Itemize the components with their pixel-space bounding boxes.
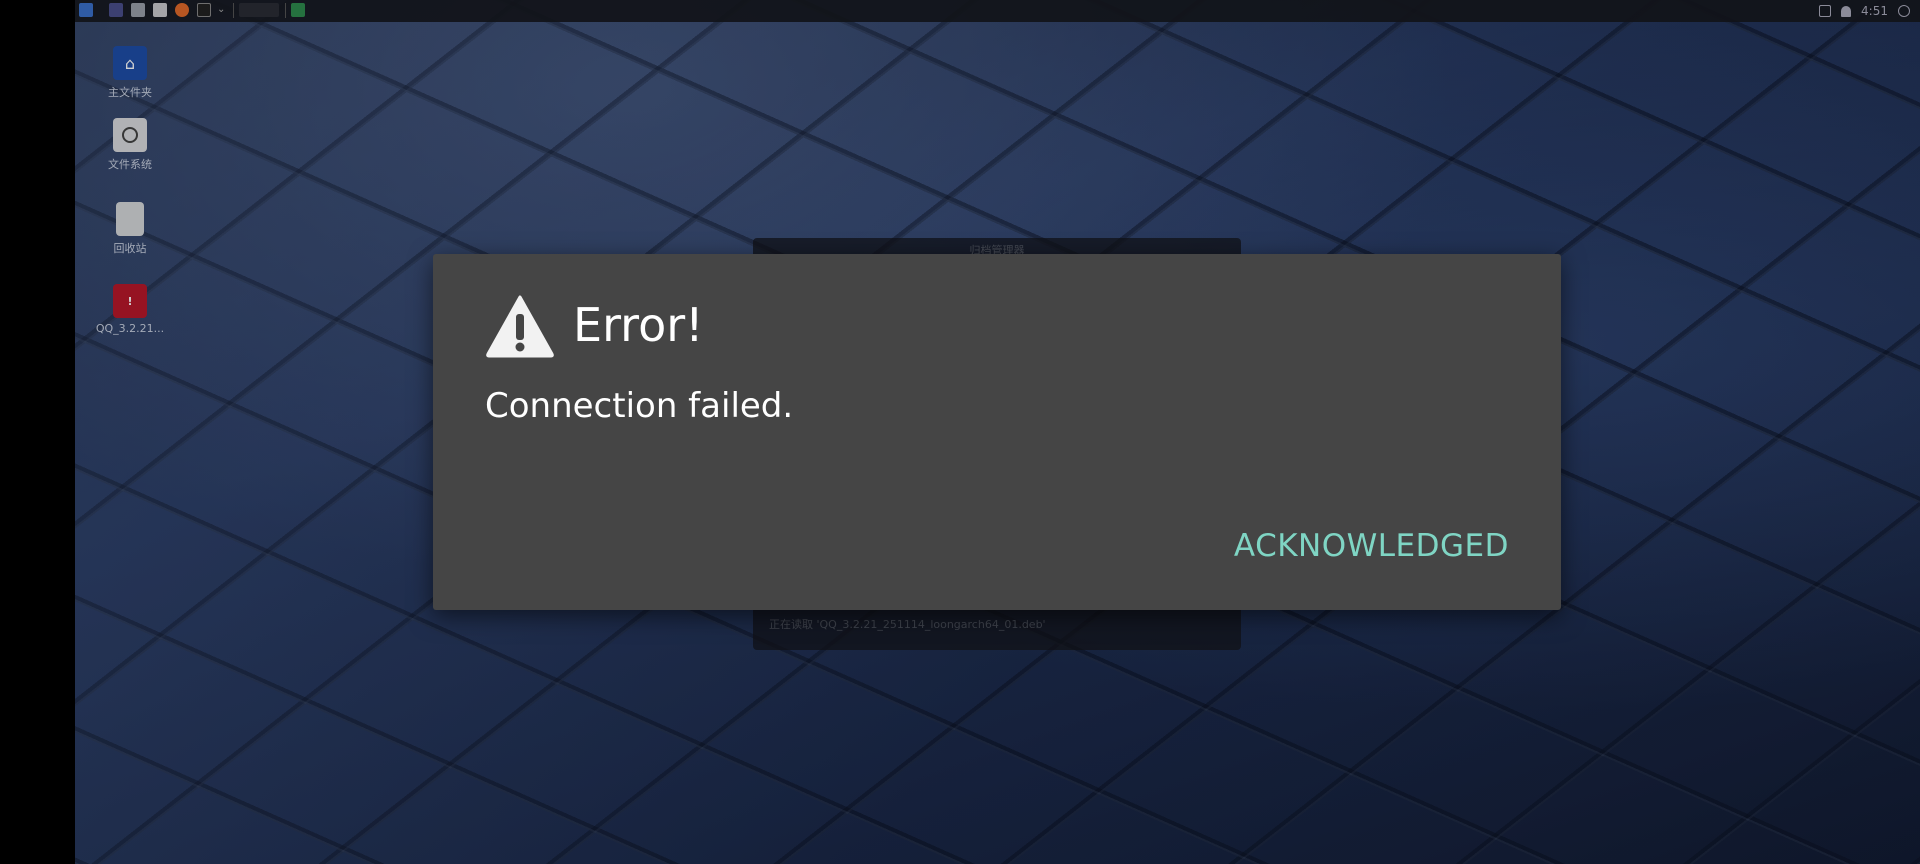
error-dialog: Error! Connection failed. ACKNOWLEDGED <box>433 254 1561 610</box>
acknowledged-button[interactable]: ACKNOWLEDGED <box>1234 526 1509 566</box>
warning-triangle-icon <box>486 295 554 358</box>
dialog-message: Connection failed. <box>485 386 794 426</box>
dialog-title: Error! <box>573 298 704 352</box>
